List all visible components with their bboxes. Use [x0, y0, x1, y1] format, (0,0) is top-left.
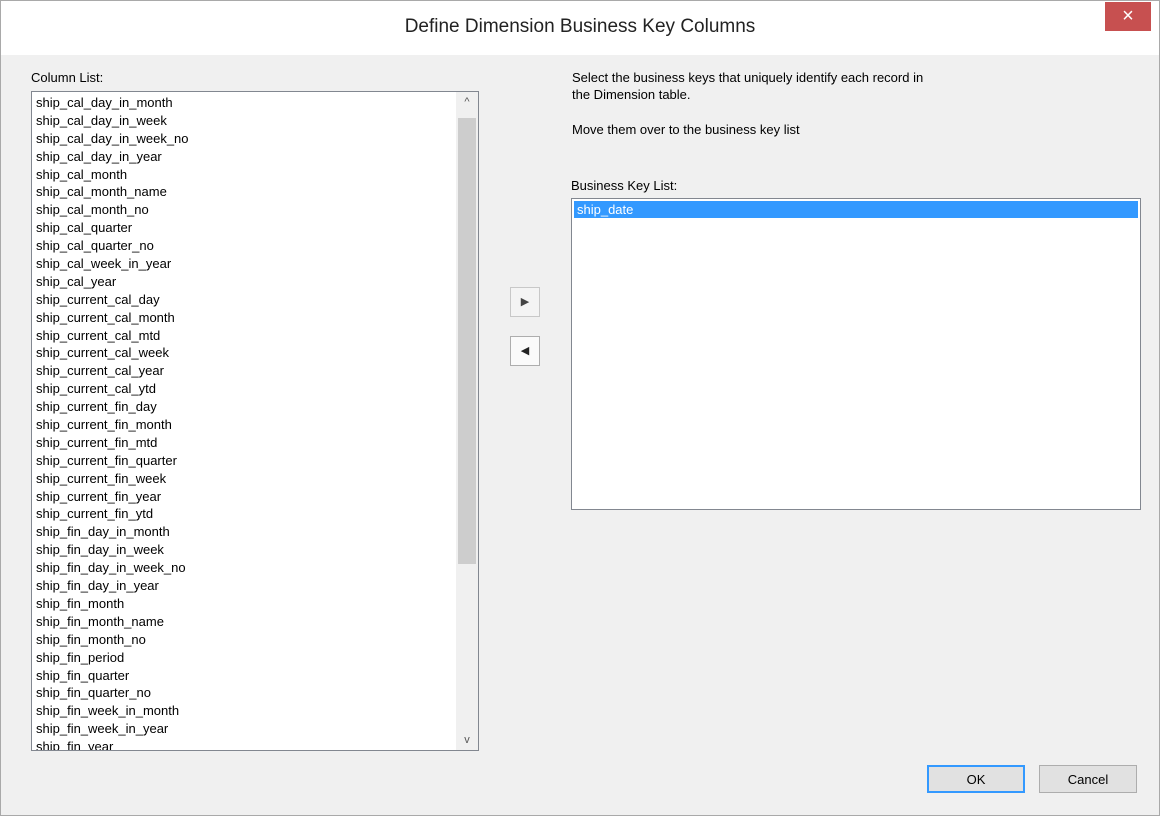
list-item[interactable]: ship_fin_month_name	[36, 613, 454, 631]
column-list-scrollbar[interactable]: ^ v	[456, 92, 478, 750]
list-item[interactable]: ship_current_fin_mtd	[36, 434, 454, 452]
scroll-thumb[interactable]	[458, 118, 476, 564]
list-item[interactable]: ship_current_cal_ytd	[36, 380, 454, 398]
define-business-keys-dialog: Define Dimension Business Key Columns × …	[0, 0, 1160, 816]
list-item[interactable]: ship_fin_year	[36, 738, 454, 750]
close-icon: ×	[1122, 5, 1134, 27]
instruction-line-1: Select the business keys that uniquely i…	[572, 70, 924, 85]
title-bar: Define Dimension Business Key Columns ×	[1, 1, 1159, 55]
list-item[interactable]: ship_fin_quarter_no	[36, 684, 454, 702]
column-list-items: ship_cal_day_in_month ship_cal_day_in_wee…	[36, 94, 454, 750]
list-item[interactable]: ship_current_cal_month	[36, 309, 454, 327]
list-item[interactable]: ship_current_fin_year	[36, 488, 454, 506]
list-item[interactable]: ship_current_fin_week	[36, 470, 454, 488]
list-item[interactable]: ship_current_fin_ytd	[36, 505, 454, 523]
list-item[interactable]: ship_fin_day_in_month	[36, 523, 454, 541]
business-key-item[interactable]: ship_date	[574, 201, 1138, 218]
instruction-line-3: Move them over to the business key list	[572, 122, 800, 137]
list-item[interactable]: ship_fin_quarter	[36, 667, 454, 685]
list-item[interactable]: ship_fin_month	[36, 595, 454, 613]
list-item[interactable]: ship_fin_week_in_month	[36, 702, 454, 720]
list-item[interactable]: ship_fin_month_no	[36, 631, 454, 649]
business-key-list[interactable]: ship_date	[571, 198, 1141, 510]
list-item[interactable]: ship_cal_quarter	[36, 219, 454, 237]
dialog-body: Column List: ship_cal_day_in_month ship_c…	[9, 55, 1151, 810]
list-item[interactable]: ship_cal_day_in_year	[36, 148, 454, 166]
list-item[interactable]: ship_fin_period	[36, 649, 454, 667]
list-item[interactable]: ship_cal_day_in_month	[36, 94, 454, 112]
list-item[interactable]: ship_fin_day_in_year	[36, 577, 454, 595]
column-list[interactable]: ship_cal_day_in_month ship_cal_day_in_wee…	[31, 91, 479, 751]
list-item[interactable]: ship_current_fin_quarter	[36, 452, 454, 470]
list-item[interactable]: ship_cal_day_in_week_no	[36, 130, 454, 148]
instruction-line-2: the Dimension table.	[572, 87, 691, 102]
ok-button[interactable]: OK	[927, 765, 1025, 793]
move-to-column-list-button[interactable]: ◀	[510, 336, 540, 366]
list-item[interactable]: ship_fin_week_in_year	[36, 720, 454, 738]
list-item[interactable]: ship_cal_year	[36, 273, 454, 291]
list-item[interactable]: ship_cal_month_name	[36, 183, 454, 201]
scroll-up-icon[interactable]: ^	[456, 92, 478, 112]
list-item[interactable]: ship_cal_month	[36, 166, 454, 184]
list-item[interactable]: ship_fin_day_in_week_no	[36, 559, 454, 577]
dialog-title: Define Dimension Business Key Columns	[404, 16, 756, 37]
list-item[interactable]: ship_cal_week_in_year	[36, 255, 454, 273]
list-item[interactable]: ship_cal_month_no	[36, 201, 454, 219]
move-to-business-keys-button[interactable]: ▶	[510, 287, 540, 317]
list-item[interactable]: ship_cal_day_in_week	[36, 112, 454, 130]
scroll-down-icon[interactable]: v	[456, 730, 478, 750]
arrow-left-icon: ◀	[520, 345, 530, 357]
list-item[interactable]: ship_fin_day_in_week	[36, 541, 454, 559]
column-list-label: Column List:	[31, 70, 104, 85]
business-key-list-label: Business Key List:	[571, 178, 678, 193]
list-item[interactable]: ship_current_fin_month	[36, 416, 454, 434]
arrow-right-icon: ▶	[520, 296, 530, 308]
list-item[interactable]: ship_current_cal_week	[36, 344, 454, 362]
list-item[interactable]: ship_current_cal_day	[36, 291, 454, 309]
list-item[interactable]: ship_cal_quarter_no	[36, 237, 454, 255]
cancel-button[interactable]: Cancel	[1039, 765, 1137, 793]
list-item[interactable]: ship_current_fin_day	[36, 398, 454, 416]
list-item[interactable]: ship_current_cal_year	[36, 362, 454, 380]
list-item[interactable]: ship_current_cal_mtd	[36, 327, 454, 345]
close-button[interactable]: ×	[1105, 2, 1151, 31]
